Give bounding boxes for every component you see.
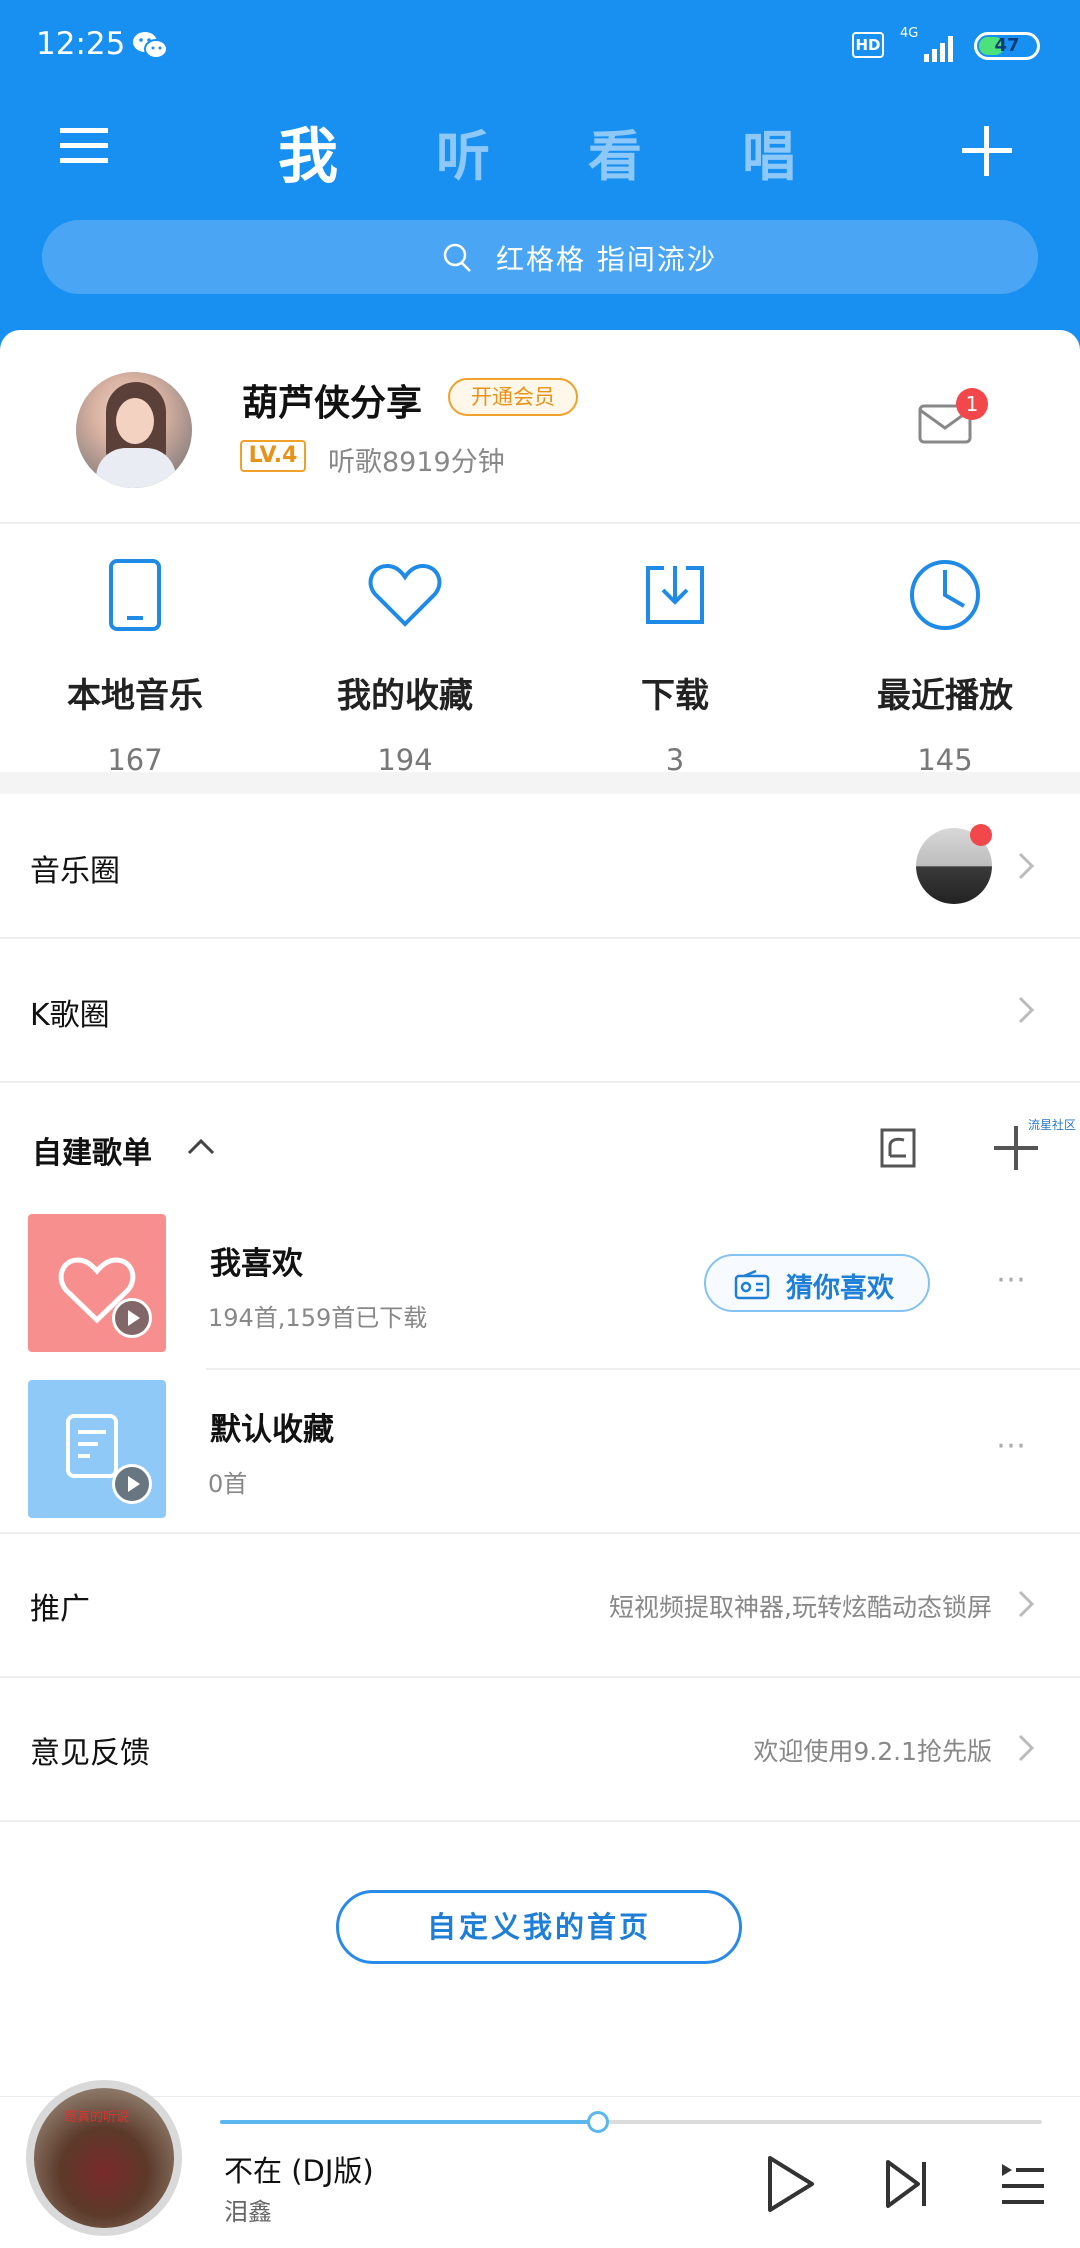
progress-fill [220,2120,599,2124]
divider [0,522,1080,524]
radio-icon [734,1269,770,1304]
listen-time: 听歌8919分钟 [328,447,505,478]
tab-watch[interactable]: 看 [588,112,642,191]
play-icon[interactable] [766,2154,816,2218]
tab-me[interactable]: 我 [278,108,338,195]
signal-icon [900,30,960,68]
heart-icon [270,550,540,640]
progress-bar[interactable] [220,2111,1042,2133]
playlist-subtitle: 194首,159首已下载 [208,1304,428,1332]
quick-download[interactable]: 下载 3 [540,550,810,777]
disc-text: 哥真的听说 [64,2110,130,2125]
playlist-title[interactable]: 我喜欢 [210,1238,303,1283]
song-artist: 泪鑫 [224,2198,272,2226]
album-disc[interactable]: 哥真的听说 [26,2080,182,2236]
quick-local-music[interactable]: 本地音乐 167 [0,550,270,777]
battery-indicator: 47 [974,32,1040,60]
divider [0,1532,1080,1534]
playlist-queue-icon[interactable] [998,2160,1046,2212]
chevron-right-icon[interactable] [1016,850,1036,886]
community-tag: 流星社区 [1028,1118,1077,1132]
music-circle-label[interactable]: 音乐圈 [30,846,120,890]
quick-favorites[interactable]: 我的收藏 194 [270,550,540,777]
divider [206,1368,1080,1370]
playlists-header[interactable]: 自建歌单 [32,1128,152,1172]
add-icon[interactable] [962,126,1012,180]
more-icon[interactable]: ⋯ [996,1262,1028,1297]
playlist-title[interactable]: 默认收藏 [210,1404,334,1449]
promo-value[interactable]: 短视频提取神器,玩转炫酷动态锁屏 [609,1588,992,1624]
play-icon[interactable] [112,1464,152,1504]
section-gap [0,772,1080,794]
guess-you-like-button[interactable]: 猜你喜欢 [704,1254,930,1312]
play-icon[interactable] [112,1298,152,1338]
more-icon[interactable]: ⋯ [996,1428,1028,1463]
playlist-cover[interactable] [28,1214,166,1352]
chevron-up-icon[interactable] [186,1136,216,1160]
playlist-cover[interactable] [28,1380,166,1518]
quick-label: 本地音乐 [67,676,203,716]
divider [0,1081,1080,1083]
quick-recent[interactable]: 最近播放 145 [810,550,1080,777]
download-icon [540,550,810,640]
wechat-icon [132,30,168,64]
feedback-value[interactable]: 欢迎使用9.2.1抢先版 [753,1732,992,1768]
phone-icon [0,550,270,640]
feedback-label[interactable]: 意见反馈 [30,1728,150,1772]
username[interactable]: 葫芦侠分享 [242,374,422,426]
quick-label: 我的收藏 [337,676,473,716]
divider [0,937,1080,939]
import-icon[interactable] [876,1126,920,1174]
divider [0,1820,1080,1822]
search-bar[interactable]: 红格格 指间流沙 [42,220,1038,294]
next-icon[interactable] [884,2158,930,2214]
tab-sing[interactable]: 唱 [742,112,796,191]
customize-home-button[interactable]: 自定义我的首页 [336,1890,742,1964]
level-badge: LV.4 [240,440,306,472]
avatar[interactable] [76,372,192,488]
add-playlist-icon[interactable] [994,1126,1038,1174]
guess-label: 猜你喜欢 [786,1273,894,1304]
search-placeholder: 红格格 指间流沙 [496,243,717,276]
battery-level: 47 [994,35,1020,56]
tab-listen[interactable]: 听 [436,112,490,191]
hd-indicator: HD [852,32,884,58]
chevron-right-icon[interactable] [1016,1588,1036,1624]
quick-label: 下载 [641,676,709,716]
status-time: 12:25 [36,26,126,62]
notification-dot [970,824,992,846]
mail-badge: 1 [956,388,988,420]
search-icon [442,242,474,278]
clock-icon [810,550,1080,640]
menu-icon[interactable] [60,126,110,170]
k-circle-label[interactable]: K歌圈 [30,990,110,1034]
divider [0,1676,1080,1678]
progress-knob[interactable] [587,2111,610,2133]
vip-button[interactable]: 开通会员 [448,378,578,416]
quick-label: 最近播放 [877,676,1013,716]
chevron-right-icon[interactable] [1016,994,1036,1030]
playlist-subtitle: 0首 [208,1470,248,1498]
promo-label[interactable]: 推广 [30,1584,90,1628]
chevron-right-icon[interactable] [1016,1732,1036,1768]
song-title[interactable]: 不在 (DJ版) [224,2148,374,2190]
